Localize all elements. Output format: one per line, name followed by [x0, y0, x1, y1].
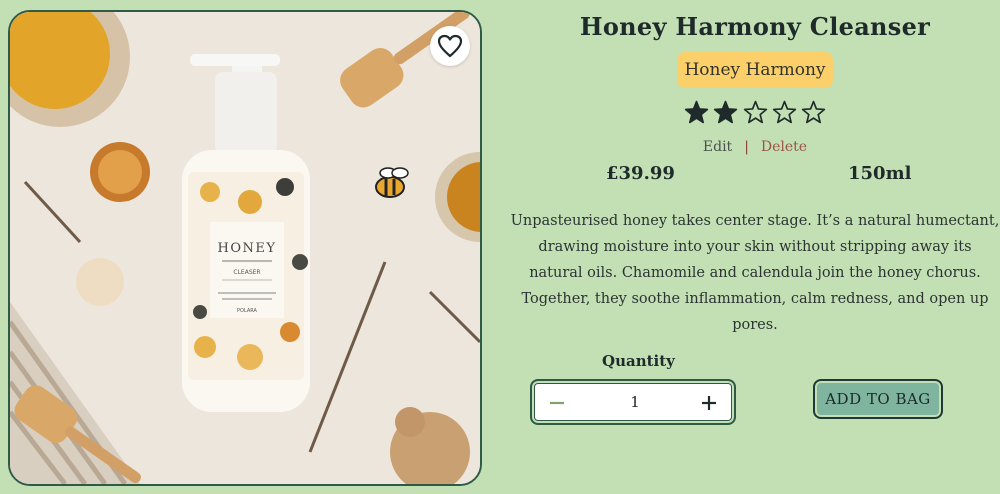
product-description: Unpasteurised honey takes center stage. …: [510, 213, 1000, 333]
heart-outline-icon: [437, 34, 463, 58]
star-outline-icon: [772, 100, 796, 123]
star-outline-icon: [743, 100, 767, 123]
admin-links: Edit | Delete: [510, 139, 1000, 155]
decrease-quantity-button[interactable]: [540, 387, 574, 419]
link-separator: |: [744, 139, 749, 155]
bottle-brand-text: POLARA: [237, 308, 258, 314]
favorite-button[interactable]: [430, 26, 470, 66]
product-title: Honey Harmony Cleanser: [579, 12, 931, 41]
product-details: Honey Harmony Cleanser Honey Harmony Edi…: [510, 0, 1000, 494]
star-outline-icon: [801, 100, 826, 123]
bottle-subtitle-text: CLEASER: [233, 269, 260, 276]
product-image: HONEY CLEASER POLARA: [8, 10, 482, 486]
star-filled-icon: [684, 100, 709, 123]
brand-badge[interactable]: Honey Harmony: [677, 52, 833, 88]
product-photo: HONEY CLEASER POLARA: [10, 12, 480, 484]
quantity-input[interactable]: 1: [592, 393, 678, 411]
delete-link[interactable]: Delete: [761, 139, 807, 155]
product-price: £39.99: [606, 163, 675, 184]
minus-icon: [550, 401, 564, 405]
quantity-label: Quantity: [602, 352, 675, 370]
add-to-bag-button[interactable]: ADD TO BAG: [813, 379, 943, 419]
increase-quantity-button[interactable]: [692, 387, 726, 419]
plus-icon: [702, 396, 716, 410]
star-filled-icon: [714, 100, 738, 123]
quantity-stepper: 1: [530, 379, 736, 425]
star-rating: [684, 97, 826, 127]
bottle-name-text: HONEY: [218, 241, 277, 256]
edit-link[interactable]: Edit: [703, 139, 732, 155]
product-size: 150ml: [848, 163, 912, 184]
